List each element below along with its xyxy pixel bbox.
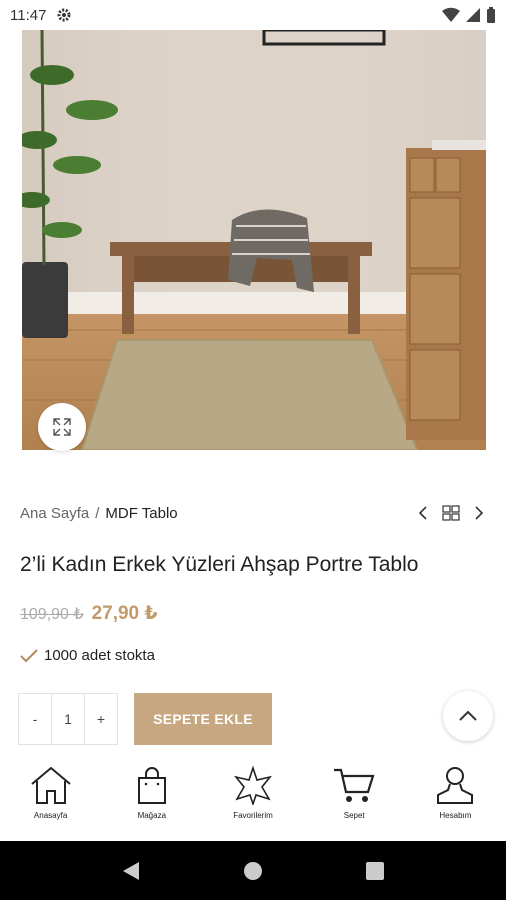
wifi-icon (442, 7, 460, 23)
quantity-increase-button[interactable]: + (85, 694, 117, 744)
check-icon (20, 648, 38, 662)
system-navigation-bar (0, 841, 506, 900)
back-icon[interactable] (122, 861, 140, 881)
shopping-bag-icon (137, 767, 166, 804)
home-circle-icon[interactable] (243, 861, 263, 881)
user-icon (437, 767, 474, 804)
expand-icon (53, 418, 71, 436)
nav-label: Hesabım (439, 811, 472, 820)
scroll-to-top-button[interactable] (443, 691, 493, 741)
breadcrumb: Ana Sayfa / MDF Tablo (20, 505, 178, 522)
quantity-stepper: - 1 + (18, 693, 118, 745)
nav-label: Anasayfa (33, 811, 68, 820)
battery-icon (487, 7, 495, 23)
signal-icon (466, 8, 480, 22)
quantity-decrease-button[interactable]: - (19, 694, 52, 744)
status-time: 11:47 (10, 6, 47, 24)
product-title: 2’li Kadın Erkek Yüzleri Ahşap Portre Ta… (20, 553, 419, 576)
status-indicators (442, 7, 496, 23)
grid-icon[interactable] (442, 505, 460, 521)
nav-label: Mağaza (137, 811, 167, 820)
nav-home[interactable]: Anasayfa (0, 757, 101, 841)
current-price: 27,90 ₺ (91, 603, 158, 624)
nav-favorites[interactable]: Favorilerim (202, 757, 303, 841)
nav-store[interactable]: Mağaza (101, 757, 202, 841)
star-icon (233, 765, 273, 805)
chevron-right-icon[interactable] (474, 505, 484, 521)
stock-text: 1000 adet stokta (44, 647, 155, 664)
cart-icon (334, 768, 375, 802)
status-bar: 11:47 (0, 0, 506, 30)
zoom-image-button[interactable] (38, 403, 86, 451)
stock-status: 1000 adet stokta (20, 647, 155, 664)
nav-label: Sepet (343, 811, 365, 820)
chevron-up-icon (459, 710, 477, 721)
nav-label: Favorilerim (233, 811, 273, 820)
settings-gear-icon (56, 7, 72, 23)
home-icon (30, 766, 71, 804)
breadcrumb-separator: / (95, 505, 100, 522)
chevron-left-icon[interactable] (418, 505, 428, 521)
product-image[interactable] (22, 30, 486, 450)
old-price: 109,90 ₺ (20, 606, 84, 623)
product-navigation (418, 505, 484, 521)
nav-cart[interactable]: Sepet (304, 757, 405, 841)
breadcrumb-current[interactable]: MDF Tablo (105, 505, 177, 522)
recents-icon[interactable] (366, 861, 385, 880)
bottom-navigation: Anasayfa Mağaza Favorilerim Sepet Hesabı… (0, 757, 506, 841)
breadcrumb-home[interactable]: Ana Sayfa (20, 505, 89, 522)
add-to-cart-button[interactable]: SEPETE EKLE (134, 693, 272, 745)
quantity-value[interactable]: 1 (52, 694, 85, 744)
price-row: 109,90 ₺ 27,90 ₺ (20, 602, 158, 625)
nav-account[interactable]: Hesabım (405, 757, 506, 841)
